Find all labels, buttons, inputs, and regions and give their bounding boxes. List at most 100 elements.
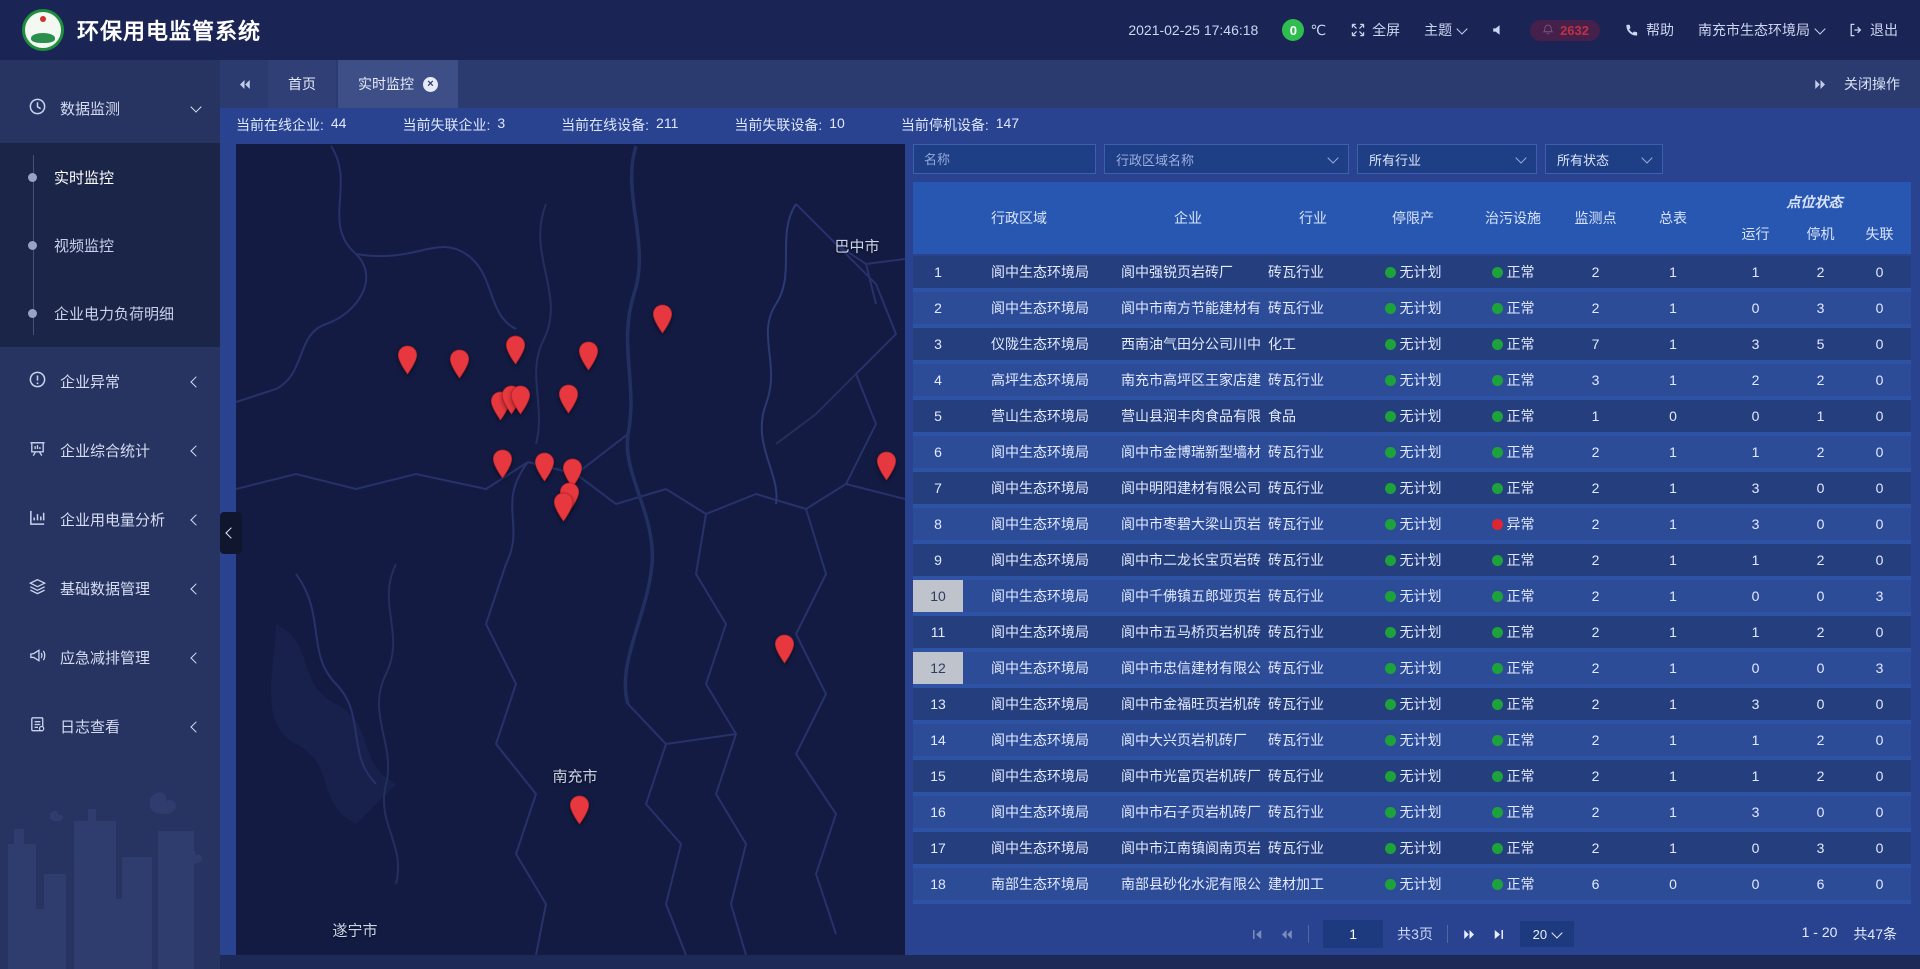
close-operations-button[interactable]: 关闭操作 — [1844, 60, 1920, 108]
sidebar-submenu-item[interactable]: 视频监控 — [0, 211, 220, 279]
header-cell-monitor: 监测点 — [1563, 182, 1628, 254]
status-filter-select[interactable]: 所有状态 — [1545, 144, 1663, 174]
table-row[interactable]: 15阆中生态环境局阆中市光富页岩机砖厂砖瓦行业无计划正常21120 — [913, 760, 1911, 796]
logout-button[interactable]: 退出 — [1848, 20, 1898, 40]
name-filter-input[interactable] — [913, 144, 1096, 174]
page-input[interactable] — [1323, 920, 1383, 948]
map-pin[interactable] — [510, 385, 531, 415]
cell-limit-status: 无计划 — [1363, 256, 1463, 288]
facility-status-label: 正常 — [1507, 406, 1535, 426]
map-pin[interactable] — [578, 341, 599, 371]
next-page-button[interactable] — [1462, 927, 1477, 942]
cell-facility-status: 正常 — [1463, 364, 1563, 396]
table-row[interactable]: 11阆中生态环境局阆中市五马桥页岩机砖砖瓦行业无计划正常21120 — [913, 616, 1911, 652]
sidebar-group-item[interactable]: 企业用电量分析 — [0, 485, 220, 554]
total-count-label: 共47条 — [1853, 924, 1897, 944]
facility-status-label: 正常 — [1507, 550, 1535, 570]
map-pin[interactable] — [652, 304, 673, 334]
cell-offline-count: 0 — [1848, 760, 1911, 792]
map-pin[interactable] — [492, 449, 513, 479]
fullscreen-button[interactable]: 全屏 — [1350, 20, 1400, 40]
tabbar-scroll-right-button[interactable] — [1796, 60, 1844, 108]
sidebar-group-item[interactable]: 数据监测 — [0, 74, 220, 143]
map-pin[interactable] — [553, 492, 574, 522]
sidebar-group-item[interactable]: 应急减排管理 — [0, 623, 220, 692]
header-cell-facility: 治污设施 — [1463, 182, 1563, 254]
table-row[interactable]: 4高坪生态环境局南充市高坪区王家店建砖瓦行业无计划正常31220 — [913, 364, 1911, 400]
cell-meter-count: 1 — [1628, 292, 1718, 324]
theme-button[interactable]: 主题 — [1424, 20, 1466, 40]
map-pin[interactable] — [534, 452, 555, 482]
table-row[interactable]: 16阆中生态环境局阆中市石子页岩机砖厂砖瓦行业无计划正常21300 — [913, 796, 1911, 832]
range-label: 1 - 20 — [1802, 924, 1838, 944]
status-dot-green-icon — [1385, 771, 1396, 782]
tab-close-icon[interactable]: × — [423, 77, 438, 92]
map-pin[interactable] — [397, 345, 418, 375]
sidebar-collapse-button[interactable] — [220, 512, 242, 554]
table-row[interactable]: 3仪陇生态环境局西南油气田分公司川中化工无计划正常71350 — [913, 328, 1911, 364]
org-selector[interactable]: 南充市生态环境局 — [1698, 20, 1824, 40]
first-page-button[interactable] — [1250, 927, 1265, 942]
map-panel[interactable]: 巴中市南充市遂宁市 — [236, 144, 905, 955]
row-index: 12 — [913, 652, 963, 684]
cell-stopped-count: 0 — [1793, 796, 1848, 828]
prev-page-button[interactable] — [1279, 927, 1294, 942]
table-row[interactable]: 14阆中生态环境局阆中大兴页岩机砖厂砖瓦行业无计划正常21120 — [913, 724, 1911, 760]
map-pin[interactable] — [558, 384, 579, 414]
table-row[interactable]: 2阆中生态环境局阆中市南方节能建材有砖瓦行业无计划正常21030 — [913, 292, 1911, 328]
table-row[interactable]: 9阆中生态环境局阆中市二龙长宝页岩砖砖瓦行业无计划正常21120 — [913, 544, 1911, 580]
sidebar-group-item[interactable]: 企业综合统计 — [0, 416, 220, 485]
cell-region: 阆中生态环境局 — [963, 580, 1113, 612]
table-row[interactable]: 8阆中生态环境局阆中市枣碧大梁山页岩砖瓦行业无计划异常21300 — [913, 508, 1911, 544]
cell-facility-status: 正常 — [1463, 256, 1563, 288]
map-pin[interactable] — [505, 335, 526, 365]
tab-home[interactable]: 首页 — [268, 60, 336, 108]
table-row[interactable]: 1阆中生态环境局阆中强锐页岩砖厂砖瓦行业无计划正常21120 — [913, 256, 1911, 292]
table-row[interactable]: 13阆中生态环境局阆中市金福旺页岩机砖砖瓦行业无计划正常21300 — [913, 688, 1911, 724]
sidebar-submenu-item[interactable]: 实时监控 — [0, 143, 220, 211]
region-filter-select[interactable]: 行政区域名称 — [1104, 144, 1349, 174]
sidebar-group-item[interactable]: 基础数据管理 — [0, 554, 220, 623]
notification-badge[interactable]: 2632 — [1530, 20, 1600, 41]
cell-offline-count: 0 — [1848, 724, 1911, 756]
mute-button[interactable] — [1490, 22, 1506, 38]
cell-industry: 砖瓦行业 — [1263, 616, 1363, 648]
map-pin[interactable] — [569, 795, 590, 825]
last-page-button[interactable] — [1491, 927, 1506, 942]
table-row[interactable]: 18南部生态环境局南部县砂化水泥有限公建材加工无计划正常60060 — [913, 868, 1911, 904]
cell-company: 阆中市金福旺页岩机砖 — [1113, 688, 1263, 720]
table-row[interactable]: 12阆中生态环境局阆中市忠信建材有限公砖瓦行业无计划正常21003 — [913, 652, 1911, 688]
cell-meter-count: 1 — [1628, 436, 1718, 468]
cell-facility-status: 正常 — [1463, 688, 1563, 720]
sidebar-group-item[interactable]: 日志查看 — [0, 692, 220, 761]
sidebar-group-item[interactable]: 企业异常 — [0, 347, 220, 416]
sidebar-submenu-label: 企业电力负荷明细 — [54, 303, 174, 324]
table-row[interactable]: 10阆中生态环境局阆中千佛镇五郎垭页岩砖瓦行业无计划正常21003 — [913, 580, 1911, 616]
table-row[interactable]: 7阆中生态环境局阆中明阳建材有限公司砖瓦行业无计划正常21300 — [913, 472, 1911, 508]
enterprise-panel: 行政区域名称 所有行业 所有状态 行政区域 企业 行业 — [913, 144, 1911, 955]
sidebar-group-label: 日志查看 — [60, 716, 179, 737]
sidebar-submenu-item[interactable]: 企业电力负荷明细 — [0, 279, 220, 347]
app-root: 环保用电监管系统 2021-02-25 17:46:18 0 ℃ 全屏 主题 2… — [0, 0, 1920, 969]
industry-filter-select[interactable]: 所有行业 — [1357, 144, 1537, 174]
table-row[interactable]: 5营山生态环境局营山县润丰肉食品有限食品无计划正常10010 — [913, 400, 1911, 436]
table-row[interactable]: 6阆中生态环境局阆中市金博瑞新型墙材砖瓦行业无计划正常21120 — [913, 436, 1911, 472]
cell-company: 阆中大兴页岩机砖厂 — [1113, 724, 1263, 756]
row-index: 15 — [913, 760, 963, 792]
page-size-select[interactable]: 20 — [1520, 921, 1574, 947]
map-pin[interactable] — [449, 349, 470, 379]
tab-realtime[interactable]: 实时监控× — [338, 60, 458, 108]
datetime-label: 2021-02-25 17:46:18 — [1128, 22, 1258, 38]
cell-facility-status: 异常 — [1463, 508, 1563, 540]
tabbar-scroll-left-button[interactable] — [220, 60, 268, 108]
row-index: 18 — [913, 868, 963, 900]
help-button[interactable]: 帮助 — [1624, 20, 1674, 40]
map-pin[interactable] — [876, 451, 897, 481]
facility-status-label: 正常 — [1507, 838, 1535, 858]
map-pin[interactable] — [774, 634, 795, 664]
status-dot-green-icon — [1492, 303, 1503, 314]
cell-offline-count: 3 — [1848, 580, 1911, 612]
stat-label: 当前失联企业: — [402, 115, 490, 135]
cell-running-count: 0 — [1718, 652, 1793, 684]
table-row[interactable]: 17阆中生态环境局阆中市江南镇阆南页岩砖瓦行业无计划正常21030 — [913, 832, 1911, 868]
